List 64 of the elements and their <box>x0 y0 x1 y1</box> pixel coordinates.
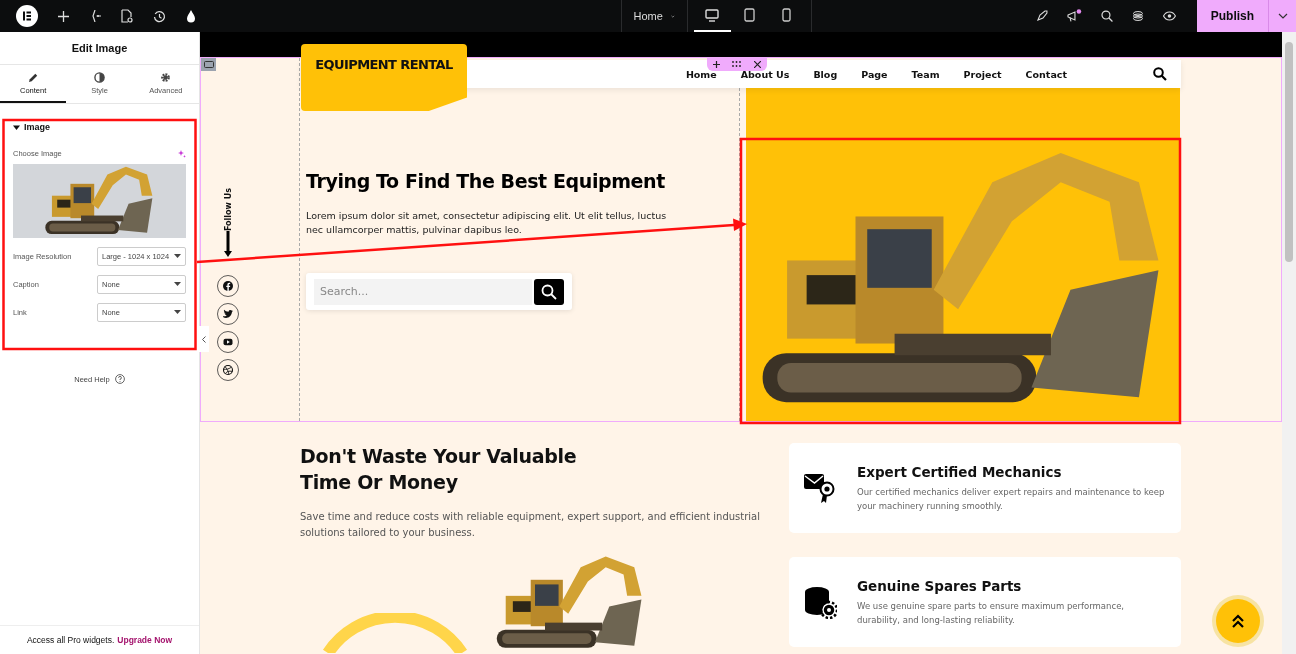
mobile-icon <box>781 8 791 22</box>
feature-text: We use genuine spare parts to ensure maximum performance, durability, and long-lasting reliability. <box>857 599 1126 627</box>
play-icon[interactable] <box>217 331 239 354</box>
history-icon[interactable] <box>153 9 166 23</box>
feature-title: Genuine Spares Parts <box>857 577 1023 594</box>
help-icon[interactable] <box>114 374 125 384</box>
chevron-down-icon <box>1277 13 1288 19</box>
drop-icon[interactable] <box>186 9 196 23</box>
caret-icon <box>174 282 181 286</box>
certificate-icon <box>803 472 837 504</box>
page-settings-icon[interactable] <box>121 9 133 23</box>
publish-button[interactable]: Publish <box>1196 0 1269 32</box>
bird-icon[interactable] <box>217 303 239 326</box>
hero-text: Lorem ipsum dolor sit amet, consectetur adipiscing elit. Ut elit tellus, luctus nec ullamcorper mattis, pulvinar dapibus leo. <box>306 209 668 237</box>
tablet-icon <box>743 8 755 22</box>
panel-title: Edit Image <box>0 32 199 65</box>
eye-icon[interactable] <box>1162 11 1176 21</box>
section-handle[interactable] <box>201 58 216 71</box>
nav-link[interactable]: Project <box>963 68 1002 80</box>
nav-link[interactable]: Page <box>861 68 888 80</box>
ball-icon[interactable] <box>217 359 239 382</box>
nav-link[interactable]: Team <box>911 68 940 80</box>
search-icon[interactable] <box>1153 67 1167 81</box>
layers-icon[interactable] <box>1131 10 1144 22</box>
arrow-down-icon <box>224 231 232 258</box>
image-preview[interactable] <box>13 164 186 238</box>
container-toolbar[interactable] <box>707 57 767 71</box>
pencil-icon <box>27 71 39 83</box>
megaphone-icon[interactable] <box>1066 9 1082 23</box>
section-heading: Don't Waste Your Valuable Time Or Money <box>300 444 578 495</box>
search-icon <box>541 283 557 300</box>
facebook-icon[interactable] <box>217 275 239 298</box>
contrast-icon <box>94 71 105 83</box>
caret-icon <box>174 254 181 258</box>
search-field[interactable]: Search... <box>314 278 532 305</box>
logo-icon[interactable] <box>16 5 38 27</box>
search-icon[interactable] <box>1100 10 1113 22</box>
feature-title: Expert Certified Mechanics <box>857 463 1063 480</box>
follow-us-label: Follow Us <box>223 188 233 232</box>
feature-text: Our certified mechanics deliver expert repairs and maintenance to keep your machinery running smoothly. <box>857 485 1166 513</box>
scrollbar[interactable] <box>1282 32 1296 654</box>
site-logo[interactable]: EQUIPMENT RENTAL <box>301 44 467 111</box>
nav-link[interactable]: Contact <box>1025 68 1067 80</box>
section-text: Save time and reduce costs with reliable equipment, expert support, and efficient industrial solutions tailored to your business. <box>300 510 761 540</box>
plus-icon[interactable] <box>713 60 721 68</box>
search-button[interactable] <box>534 278 564 305</box>
double-chevron-up-icon <box>1232 614 1244 628</box>
nav-link[interactable]: Home <box>685 68 717 80</box>
coins-gear-icon <box>803 585 837 619</box>
upgrade-link[interactable]: Upgrade Now <box>117 635 173 645</box>
ai-sparkle-icon[interactable] <box>178 149 186 158</box>
nav-link[interactable]: About Us <box>740 68 790 80</box>
close-icon[interactable] <box>753 60 761 68</box>
hero-heading: Trying To Find The Best Equipment <box>306 170 666 192</box>
chevron-down-icon <box>670 13 675 19</box>
promo-text: Access all Pro widgets. <box>26 635 115 645</box>
settings-icon <box>160 71 172 83</box>
desktop-icon <box>705 8 719 22</box>
section-toggle[interactable]: Image <box>13 122 50 132</box>
chevron-left-icon <box>202 335 206 343</box>
scroll-to-top-button[interactable] <box>1216 599 1260 643</box>
drag-handle-icon[interactable] <box>732 61 742 67</box>
caret-icon <box>174 310 181 314</box>
nav-link[interactable]: Blog <box>813 68 838 80</box>
